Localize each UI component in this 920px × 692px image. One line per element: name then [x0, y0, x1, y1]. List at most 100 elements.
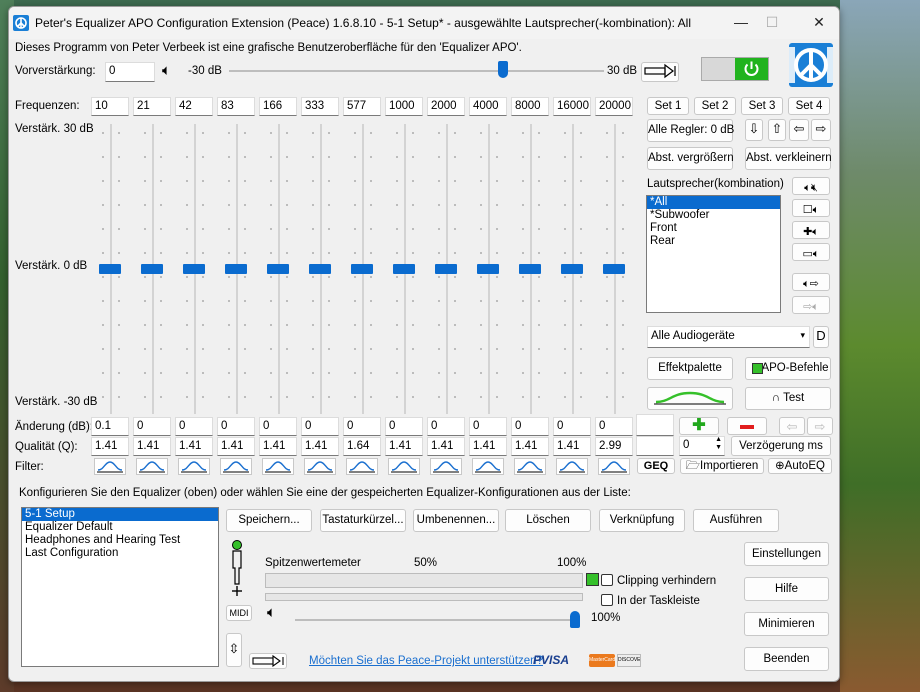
- quality-field[interactable]: 1.41: [385, 437, 423, 456]
- close-window-button[interactable]: ✕: [804, 14, 834, 31]
- config-action-button-3[interactable]: Umbenennen...: [413, 509, 499, 532]
- quality-field[interactable]: 1.41: [217, 437, 255, 456]
- filter-type-button[interactable]: [346, 458, 378, 475]
- delay-field[interactable]: 0 ▲ ▼: [679, 436, 725, 456]
- set-3-button[interactable]: Set 3: [741, 97, 783, 115]
- export-config-button[interactable]: [249, 653, 287, 669]
- shift-left-button[interactable]: ⇦: [779, 417, 805, 435]
- eq-slider-thumb[interactable]: [99, 264, 121, 274]
- change-field[interactable]: 0.1: [91, 417, 129, 436]
- change-field[interactable]: 0: [553, 417, 591, 436]
- config-list-item[interactable]: Last Configuration: [22, 547, 218, 560]
- config-list-item[interactable]: Headphones and Hearing Test: [22, 534, 218, 547]
- filter-type-button[interactable]: [136, 458, 168, 475]
- extra-quality-field[interactable]: [636, 436, 674, 456]
- config-list-item[interactable]: 5-1 Setup: [22, 508, 218, 521]
- speaker-list-item[interactable]: *Subwoofer: [647, 209, 780, 222]
- filter-type-button[interactable]: [430, 458, 462, 475]
- change-field[interactable]: 0: [133, 417, 171, 436]
- curve-view-button[interactable]: [647, 387, 733, 410]
- quality-field[interactable]: 1.41: [469, 437, 507, 456]
- person-speaker-button[interactable]: [227, 538, 247, 598]
- config-action-button-2[interactable]: Tastaturkürzel...: [320, 509, 406, 532]
- filter-type-button[interactable]: [556, 458, 588, 475]
- filter-type-button[interactable]: [220, 458, 252, 475]
- change-field[interactable]: 0: [469, 417, 507, 436]
- frequency-field[interactable]: 1000: [385, 97, 423, 116]
- effect-palette-button[interactable]: Effektpalette: [647, 357, 733, 380]
- filter-type-button[interactable]: [472, 458, 504, 475]
- change-field[interactable]: 0: [511, 417, 549, 436]
- taskbar-checkbox[interactable]: In der Taskleiste: [601, 594, 700, 607]
- eq-slider-thumb[interactable]: [477, 264, 499, 274]
- eq-slider-thumb[interactable]: [603, 264, 625, 274]
- eq-slider-thumb[interactable]: [309, 264, 331, 274]
- apo-commands-button[interactable]: APO-Befehle: [745, 357, 831, 380]
- maximize-window-button[interactable]: ☐: [757, 14, 787, 31]
- shift-right-button[interactable]: ⇨: [807, 417, 833, 435]
- filter-type-button[interactable]: [178, 458, 210, 475]
- speaker-list[interactable]: *All *Subwoofer Front Rear: [646, 195, 781, 313]
- side-button-3[interactable]: Minimieren: [744, 612, 829, 636]
- frequency-field[interactable]: 16000: [553, 97, 591, 116]
- arrow-left-button[interactable]: ⇦: [789, 119, 809, 141]
- midi-button[interactable]: MIDI: [226, 605, 252, 621]
- eq-slider-thumb[interactable]: [225, 264, 247, 274]
- preamp-value-field[interactable]: 0: [105, 62, 155, 82]
- speaker-forward-button[interactable]: 🔈︎⇨: [792, 273, 830, 291]
- audio-device-select[interactable]: Alle Audiogeräte ▾: [647, 326, 810, 348]
- delay-ms-button[interactable]: Verzögerung ms: [731, 436, 831, 456]
- power-toggle[interactable]: [701, 57, 769, 81]
- eq-slider-thumb[interactable]: [519, 264, 541, 274]
- change-field[interactable]: 0: [301, 417, 339, 436]
- export-arrow-button[interactable]: [641, 62, 679, 82]
- arrow-up-button[interactable]: ⇧: [768, 119, 786, 141]
- extra-change-field[interactable]: [636, 414, 674, 436]
- eq-slider-thumb[interactable]: [183, 264, 205, 274]
- filter-type-button[interactable]: [94, 458, 126, 475]
- filter-type-button[interactable]: [514, 458, 546, 475]
- quality-field[interactable]: 1.41: [91, 437, 129, 456]
- eq-slider-thumb[interactable]: [267, 264, 289, 274]
- filter-type-button[interactable]: [304, 458, 336, 475]
- frequency-field[interactable]: 83: [217, 97, 255, 116]
- side-button-2[interactable]: Hilfe: [744, 577, 829, 601]
- quality-field[interactable]: 1.41: [133, 437, 171, 456]
- spin-arrows-icon[interactable]: ▲ ▼: [715, 437, 722, 452]
- frequency-field[interactable]: 166: [259, 97, 297, 116]
- volume-speaker-icon[interactable]: 🔈︎: [267, 604, 276, 621]
- arrow-down-button[interactable]: ⇩: [745, 119, 763, 141]
- quality-field[interactable]: 1.41: [511, 437, 549, 456]
- support-link[interactable]: Möchten Sie das Peace-Projekt unterstütz…: [309, 655, 543, 667]
- mute-speaker-button[interactable]: 🔈︎🔇︎: [792, 177, 830, 195]
- speaker-list-item[interactable]: Front: [647, 222, 780, 235]
- frequency-field[interactable]: 2000: [427, 97, 465, 116]
- filter-type-button[interactable]: [598, 458, 630, 475]
- config-action-button-1[interactable]: Speichern...: [226, 509, 312, 532]
- set-4-button[interactable]: Set 4: [788, 97, 830, 115]
- set-2-button[interactable]: Set 2: [694, 97, 736, 115]
- quality-field[interactable]: 1.41: [259, 437, 297, 456]
- payment-logos[interactable]: PVISA MasterCard DISCOVER: [533, 653, 641, 669]
- clipping-checkbox[interactable]: Clipping verhindern: [601, 574, 716, 587]
- device-d-button[interactable]: D: [813, 326, 829, 348]
- frequency-field[interactable]: 42: [175, 97, 213, 116]
- set-1-button[interactable]: Set 1: [647, 97, 689, 115]
- speaker-list-item[interactable]: Rear: [647, 235, 780, 248]
- eq-slider-thumb[interactable]: [435, 264, 457, 274]
- remove-filter-button[interactable]: [727, 417, 767, 435]
- taskbar-checkbox-box[interactable]: [601, 594, 613, 606]
- config-action-button-5[interactable]: Verknüpfung: [599, 509, 685, 532]
- eq-slider-thumb[interactable]: [561, 264, 583, 274]
- speaker-solo-button[interactable]: ☐🔈︎: [792, 199, 830, 217]
- decrease-spacing-button[interactable]: Abst. verkleinern: [745, 147, 832, 170]
- speaker-volume-icon[interactable]: 🔈︎: [162, 62, 171, 79]
- configuration-list[interactable]: 5-1 Setup Equalizer Default Headphones and…: [21, 507, 219, 667]
- quality-field[interactable]: 1.64: [343, 437, 381, 456]
- arrow-right-button[interactable]: ⇨: [811, 119, 831, 141]
- frequency-field[interactable]: 21: [133, 97, 171, 116]
- vertical-resize-button[interactable]: ⇳: [226, 633, 242, 667]
- preamp-slider-thumb[interactable]: [497, 61, 508, 78]
- eq-slider-thumb[interactable]: [141, 264, 163, 274]
- change-field[interactable]: 0: [427, 417, 465, 436]
